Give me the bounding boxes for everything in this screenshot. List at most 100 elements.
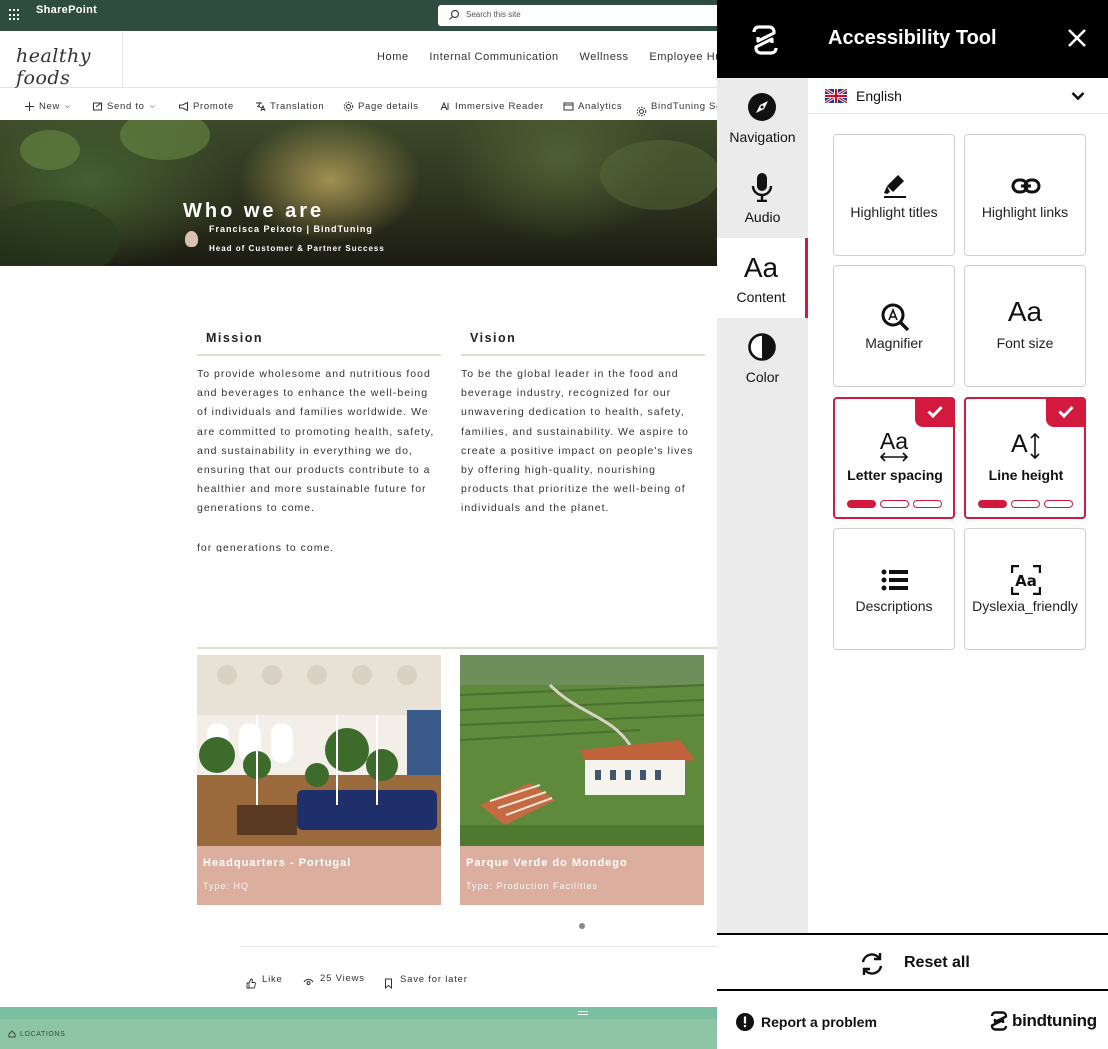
hero-foliage — [600, 140, 717, 210]
author-name[interactable]: Francisca Peixoto | BindTuning — [209, 224, 373, 234]
page-details-button[interactable]: Page details — [343, 101, 419, 112]
social-divider — [240, 946, 717, 947]
site-nav: Home Internal Communication Wellness Emp… — [377, 51, 739, 63]
highlight-titles-label: Highlight titles — [850, 204, 938, 220]
carousel-dot[interactable] — [579, 923, 585, 929]
language-select[interactable]: English — [808, 78, 1108, 114]
location-card[interactable]: Parque Verde do Mondego Type: Production… — [460, 655, 704, 905]
bindtuning-logo[interactable]: bindtuning — [989, 1010, 1097, 1032]
hero-foliage — [0, 200, 120, 266]
mission-text-overflow: for generations to come. — [197, 542, 335, 552]
like-button[interactable]: Like — [245, 970, 283, 989]
alert-icon — [736, 1013, 754, 1031]
author-role: Head of Customer & Partner Success — [209, 244, 385, 253]
new-button[interactable]: New — [24, 101, 71, 112]
line-height-icon: A — [1011, 430, 1028, 458]
app-launcher-icon[interactable] — [9, 9, 21, 21]
report-problem-link[interactable]: Report a problem bindtuning — [717, 993, 1108, 1049]
tab-color[interactable]: Color — [717, 318, 808, 398]
nav-employee-hub[interactable]: Employee Hu — [649, 51, 722, 63]
send-to-button[interactable]: Send to — [92, 101, 156, 112]
tab-navigation[interactable]: Navigation — [717, 78, 808, 158]
nav-home[interactable]: Home — [377, 51, 409, 63]
dyslexia-font-icon: Aa — [1011, 565, 1041, 595]
location-card[interactable]: Headquarters - Portugal Type: HQ — [197, 655, 441, 905]
tab-audio[interactable]: Audio — [717, 158, 808, 238]
tab-content-label: Content — [736, 289, 786, 305]
reset-all-label: Reset all — [904, 954, 970, 971]
gear-icon — [636, 106, 647, 117]
send-to-label: Send to — [107, 101, 145, 112]
search-box[interactable]: Search this site — [438, 5, 717, 26]
vision-text: To be the global leader in the food and … — [461, 368, 694, 515]
footer-band — [0, 1007, 717, 1019]
dyslexia-friendly-tile[interactable]: Aa Dyslexia_friendly — [964, 528, 1086, 650]
mission-heading: Mission — [197, 325, 441, 356]
translate-icon — [256, 102, 266, 112]
font-size-tile[interactable]: Aa Font size — [964, 265, 1086, 387]
resize-grip-icon[interactable] — [578, 1011, 588, 1015]
line-height-level[interactable] — [978, 500, 1073, 508]
save-for-later-button[interactable]: Save for later — [383, 970, 468, 989]
thumbs-up-icon — [246, 978, 256, 989]
svg-text:Aa: Aa — [1015, 572, 1037, 590]
page-title: Who we are — [183, 200, 325, 222]
bindtuning-logo-icon — [752, 25, 778, 55]
tab-content[interactable]: Aa Content — [717, 238, 808, 318]
vertical-arrows-icon — [1030, 432, 1040, 460]
immersive-reader-label: Immersive Reader — [455, 101, 544, 112]
hero-banner: Who we are Francisca Peixoto | BindTunin… — [0, 120, 717, 266]
translation-button[interactable]: Translation — [255, 101, 324, 112]
panel-sidenav: Navigation Audio Aa Content Color — [717, 78, 808, 934]
letter-spacing-tile[interactable]: Aa Letter spacing — [833, 397, 955, 519]
author-avatar[interactable] — [185, 231, 198, 247]
magnifier-icon — [881, 303, 910, 332]
dyslexia-friendly-label: Dyslexia_friendly — [972, 598, 1078, 614]
line-height-label: Line height — [988, 467, 1064, 483]
like-label: Like — [262, 974, 283, 985]
checkmark-icon — [915, 397, 955, 427]
plus-icon — [25, 102, 34, 111]
save-for-later-label: Save for later — [400, 974, 468, 985]
views-label: 25 Views — [320, 973, 365, 984]
footer-locations[interactable]: LOCATIONS — [8, 1030, 65, 1038]
tab-navigation-label: Navigation — [729, 129, 796, 145]
reset-all-button[interactable]: Reset all — [717, 933, 1108, 991]
new-label: New — [39, 101, 61, 112]
nav-internal-communication[interactable]: Internal Communication — [429, 51, 558, 63]
highlight-titles-tile[interactable]: Highlight titles — [833, 134, 955, 256]
letter-spacing-level[interactable] — [847, 500, 942, 508]
bindtuning-logo-icon — [990, 1011, 1008, 1031]
suite-brand[interactable]: SharePoint — [36, 4, 97, 16]
descriptions-label: Descriptions — [855, 598, 933, 614]
page-details-label: Page details — [358, 101, 419, 112]
search-icon — [449, 9, 460, 20]
close-icon[interactable] — [1066, 27, 1088, 49]
line-height-tile[interactable]: A Line height — [964, 397, 1086, 519]
promote-button[interactable]: Promote — [178, 101, 234, 112]
highlight-links-tile[interactable]: Highlight links — [964, 134, 1086, 256]
site-logo[interactable]: healthy foods — [0, 31, 123, 89]
descriptions-tile[interactable]: Descriptions — [833, 528, 955, 650]
analytics-button[interactable]: Analytics — [563, 101, 622, 112]
vision-heading: Vision — [461, 325, 705, 356]
immersive-reader-button[interactable]: Immersive Reader — [440, 101, 544, 112]
panel-header: Accessibility Tool — [717, 0, 1108, 78]
analytics-icon — [563, 102, 574, 111]
magnifier-tile[interactable]: Magnifier — [833, 265, 955, 387]
vision-section: Vision To be the global leader in the fo… — [461, 325, 705, 519]
highlighter-icon — [884, 175, 906, 198]
immersive-reader-icon — [440, 101, 449, 111]
gear-icon — [343, 101, 354, 112]
checkmark-icon — [1046, 397, 1086, 427]
uk-flag-icon — [825, 89, 847, 103]
highlight-links-label: Highlight links — [981, 204, 1069, 220]
home-icon — [8, 1030, 16, 1038]
hero-foliage — [20, 130, 80, 170]
search-placeholder: Search this site — [466, 10, 521, 19]
promote-label: Promote — [193, 101, 234, 112]
chevron-down-icon — [65, 105, 71, 108]
language-value: English — [856, 88, 902, 104]
bindtuning-settings-button[interactable]: BindTuning Se — [636, 96, 717, 117]
nav-wellness[interactable]: Wellness — [579, 51, 628, 63]
